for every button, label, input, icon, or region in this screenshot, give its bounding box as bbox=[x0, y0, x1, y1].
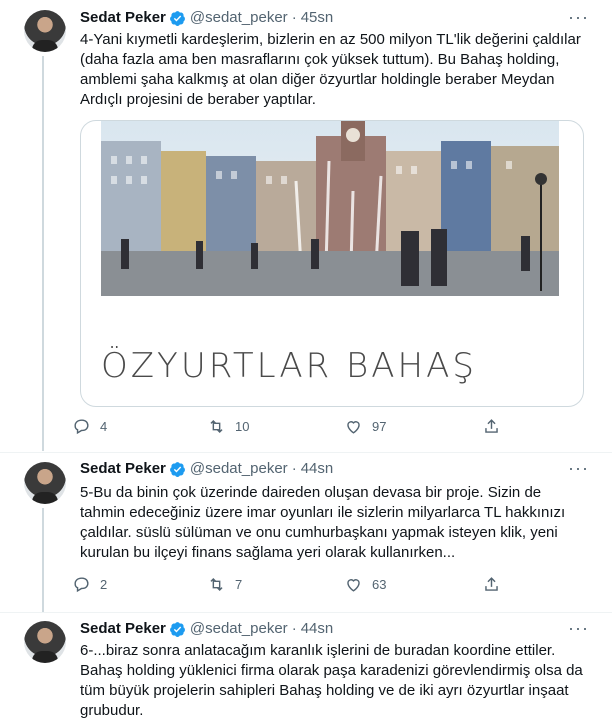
like-count: 97 bbox=[372, 419, 387, 434]
avatar[interactable] bbox=[24, 462, 66, 504]
like-icon bbox=[347, 421, 360, 434]
tweet-actions: 4 10 97 bbox=[72, 417, 512, 437]
tweet-header: Sedat Peker @sedat_peker · 44sn bbox=[80, 459, 333, 479]
retweet-button[interactable]: 10 bbox=[207, 417, 249, 436]
verified-badge-icon bbox=[169, 10, 185, 26]
share-button[interactable] bbox=[482, 575, 510, 594]
more-options-icon[interactable]: ··· bbox=[568, 8, 588, 30]
like-count: 63 bbox=[372, 577, 387, 592]
tweet-time[interactable]: 44sn bbox=[301, 459, 334, 479]
avatar[interactable] bbox=[24, 10, 66, 52]
author-name[interactable]: Sedat Peker bbox=[80, 8, 166, 28]
like-button[interactable]: 63 bbox=[344, 575, 386, 594]
author-handle[interactable]: @sedat_peker bbox=[190, 8, 288, 28]
tweet-time[interactable]: 44sn bbox=[301, 619, 334, 639]
retweet-icon bbox=[210, 419, 223, 434]
tweet-header: Sedat Peker @sedat_peker · 44sn bbox=[80, 619, 333, 639]
reply-button[interactable]: 4 bbox=[72, 417, 107, 436]
tweet-text: 4-Yani kıymetli kardeşlerim, bizlerin en… bbox=[80, 31, 581, 108]
retweet-count: 10 bbox=[235, 419, 250, 434]
tweet-2[interactable]: Sedat Peker @sedat_peker · 44sn ··· 5-Bu… bbox=[0, 453, 612, 613]
reply-icon bbox=[74, 419, 89, 435]
author-name[interactable]: Sedat Peker bbox=[80, 459, 166, 479]
share-icon bbox=[485, 577, 498, 591]
share-icon bbox=[485, 419, 498, 433]
separator-dot: · bbox=[291, 9, 297, 26]
thread-line bbox=[42, 56, 44, 451]
tweet-3[interactable]: Sedat Peker @sedat_peker · 44sn ··· 6-..… bbox=[0, 613, 612, 721]
tweet-1[interactable]: Sedat Peker @sedat_peker · 45sn ··· 4-Ya… bbox=[0, 0, 612, 451]
like-button[interactable]: 97 bbox=[344, 417, 386, 436]
link-card[interactable]: ÖZYURTLAR BAHAŞ bbox=[80, 120, 584, 407]
share-button[interactable] bbox=[482, 417, 510, 436]
retweet-count: 7 bbox=[235, 577, 243, 592]
reply-count: 2 bbox=[100, 577, 108, 592]
like-icon bbox=[347, 579, 360, 592]
reply-button[interactable]: 2 bbox=[72, 575, 107, 594]
card-caption: ÖZYURTLAR BAHAŞ bbox=[101, 346, 477, 386]
retweet-button[interactable]: 7 bbox=[207, 575, 242, 594]
more-options-icon[interactable]: ··· bbox=[568, 619, 588, 641]
card-image bbox=[101, 121, 559, 296]
tweet-header: Sedat Peker @sedat_peker · 45sn bbox=[80, 8, 333, 28]
reply-icon bbox=[74, 577, 89, 593]
reply-count: 4 bbox=[100, 419, 108, 434]
separator-dot: · bbox=[291, 460, 297, 477]
author-name[interactable]: Sedat Peker bbox=[80, 619, 166, 639]
separator-dot: · bbox=[291, 620, 297, 637]
more-options-icon[interactable]: ··· bbox=[568, 459, 588, 481]
tweet-actions: 2 7 63 bbox=[72, 575, 512, 595]
thread-line bbox=[42, 508, 44, 613]
author-handle[interactable]: @sedat_peker bbox=[190, 619, 288, 639]
avatar[interactable] bbox=[24, 621, 66, 663]
tweet-time[interactable]: 45sn bbox=[301, 8, 334, 28]
tweet-text: 5-Bu da binin çok üzerinde daireden oluş… bbox=[80, 484, 566, 561]
author-handle[interactable]: @sedat_peker bbox=[190, 459, 288, 479]
verified-badge-icon bbox=[169, 621, 185, 637]
verified-badge-icon bbox=[169, 461, 185, 477]
retweet-icon bbox=[210, 577, 223, 592]
tweet-text: 6-...biraz sonra anlatacağım karanlık iş… bbox=[80, 642, 583, 719]
